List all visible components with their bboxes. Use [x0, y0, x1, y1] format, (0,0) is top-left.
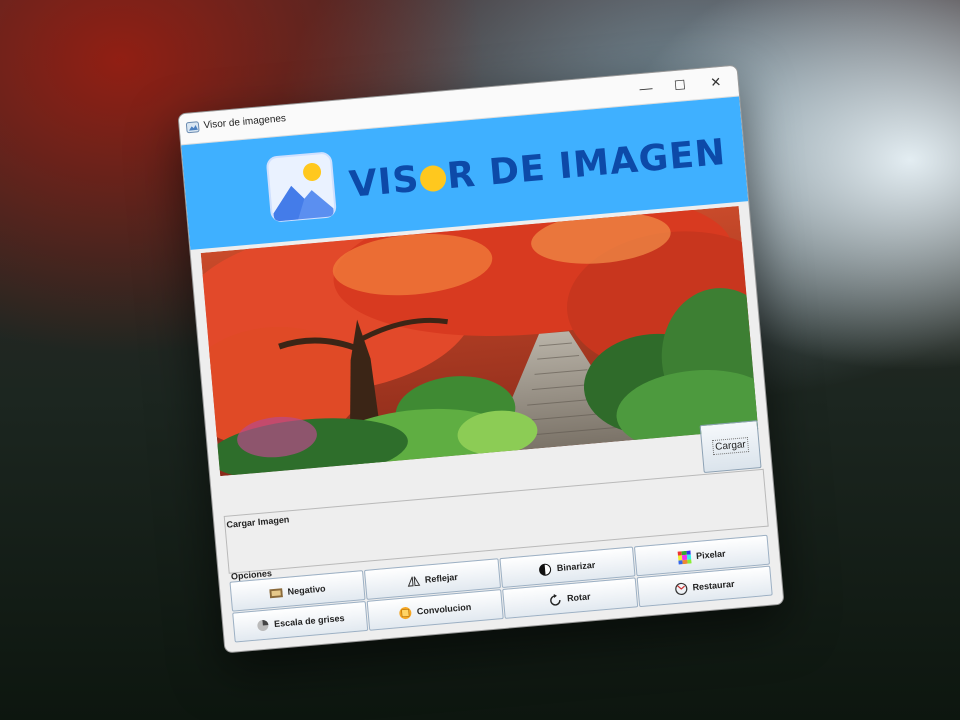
- minimize-button[interactable]: —: [629, 76, 663, 101]
- restore-label: Restaurar: [692, 578, 735, 593]
- rotate-icon: [549, 593, 561, 606]
- load-button-label: Cargar: [711, 437, 750, 456]
- app-brand-title: VIS R DE IMAGEN: [348, 132, 728, 206]
- image-logo-icon: [266, 152, 337, 222]
- convolution-label: Convolucion: [416, 601, 472, 617]
- contrast-icon: [539, 563, 552, 576]
- close-button[interactable]: ✕: [699, 70, 733, 95]
- autumn-garden-photo: [200, 205, 759, 477]
- mirror-label: Reflejar: [424, 571, 459, 585]
- pixelate-icon: [677, 549, 692, 565]
- app-window: Visor de imagenes — ☐ ✕ VIS R DE IMAGEN: [177, 64, 785, 654]
- binarize-label: Binarizar: [556, 559, 596, 574]
- window-title: Visor de imagenes: [203, 113, 287, 132]
- negative-label: Negativo: [287, 583, 326, 597]
- convolution-icon: [399, 606, 412, 619]
- java-app-icon: [185, 121, 200, 134]
- image-viewer: [200, 205, 759, 477]
- brand-text-start: VIS: [347, 158, 422, 206]
- load-button[interactable]: Cargar: [699, 420, 762, 474]
- rotate-label: Rotar: [566, 591, 591, 604]
- maximize-button[interactable]: ☐: [663, 73, 697, 98]
- sun-icon: [419, 164, 448, 193]
- grayscale-label: Escala de grises: [273, 612, 345, 630]
- restore-icon: [675, 582, 688, 595]
- negative-icon: [269, 587, 284, 598]
- brand-text-end: R DE IMAGEN: [445, 131, 728, 198]
- pixelate-label: Pixelar: [695, 548, 726, 561]
- grayscale-icon: [257, 619, 269, 631]
- mirror-icon: [407, 575, 421, 587]
